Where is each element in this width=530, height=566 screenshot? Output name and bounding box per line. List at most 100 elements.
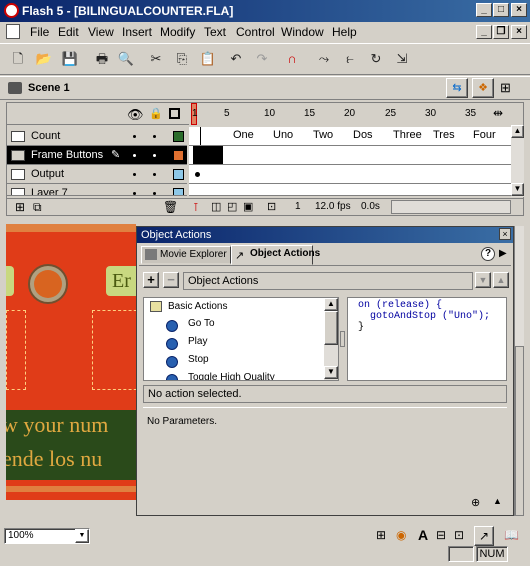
action-script-editor[interactable]: on (release) { gotoAndStop ("Uno");} [347, 297, 507, 381]
menu-edit[interactable]: Edit [58, 25, 79, 39]
lock-icon[interactable]: 🔒 [149, 107, 163, 120]
lock-dot[interactable] [153, 173, 156, 176]
menu-view[interactable]: View [88, 25, 114, 39]
scroll-thumb[interactable] [515, 346, 524, 516]
layer-row-layer7[interactable]: Layer 7 [7, 184, 187, 196]
timeline-hscroll[interactable] [391, 200, 511, 214]
smooth-icon[interactable]: ⤳ [314, 49, 334, 69]
add-action-button[interactable]: + [143, 272, 159, 288]
minimize-button[interactable]: _ [476, 3, 492, 17]
scroll-thumb[interactable] [324, 311, 338, 345]
straighten-icon[interactable]: ⥼ [340, 49, 360, 69]
add-layer-icon[interactable]: ⊞ [15, 200, 25, 214]
frames-layer7[interactable] [189, 184, 511, 196]
layer-row-frame-buttons[interactable]: Frame Buttons ✎ [7, 146, 187, 165]
launcher-character-icon[interactable]: A [418, 527, 428, 543]
panel-close-button[interactable]: × [499, 228, 511, 240]
menu-insert[interactable]: Insert [122, 25, 152, 39]
trash-icon[interactable]: 🗑 [163, 200, 178, 214]
menu-control[interactable]: Control [236, 25, 275, 39]
lock-dot[interactable] [153, 154, 156, 157]
action-toggle-hq[interactable]: Toggle High Quality [166, 372, 275, 380]
paste-icon[interactable]: 📋 [198, 49, 218, 69]
panel-title-bar[interactable]: Object Actions × [137, 227, 513, 243]
print-preview-icon[interactable]: 🔍 [116, 49, 136, 69]
chevron-down-icon[interactable]: ▼ [75, 529, 89, 543]
remove-action-button[interactable]: − [163, 272, 179, 288]
launcher-instance-icon[interactable]: ⊟ [436, 528, 446, 542]
timeline-menu-icon[interactable]: ⇹ [493, 106, 503, 120]
visibility-dot[interactable] [133, 173, 136, 176]
save-icon[interactable]: 💾 [60, 49, 80, 69]
launcher-movie-explorer-icon[interactable]: 📖 [504, 528, 519, 542]
lock-dot[interactable] [153, 192, 156, 195]
layer-row-output[interactable]: Output [7, 165, 187, 184]
doc-minimize-button[interactable]: _ [476, 25, 492, 39]
visibility-dot[interactable] [133, 135, 136, 138]
onion-skin-icon[interactable]: ◫ [211, 200, 221, 213]
scroll-down-button[interactable]: ▼ [324, 366, 338, 379]
launcher-info-icon[interactable]: ⊞ [376, 528, 386, 542]
actions-toolbox[interactable]: Basic Actions Go To Play Stop Toggle Hig… [143, 297, 339, 381]
zoom-select[interactable]: 100% ▼ [4, 528, 90, 544]
visibility-dot[interactable] [133, 192, 136, 195]
menu-modify[interactable]: Modify [160, 25, 195, 39]
lock-dot[interactable] [153, 135, 156, 138]
open-folder-icon[interactable]: 📂 [34, 49, 54, 69]
outline-icon[interactable] [169, 108, 180, 119]
green-button-partial[interactable]: Er [106, 266, 136, 296]
rotate-icon[interactable]: ↻ [366, 49, 386, 69]
target-icon[interactable]: ⊕ [471, 496, 480, 509]
print-icon[interactable]: 🖶 [92, 49, 112, 69]
layer-row-count[interactable]: Count [7, 127, 187, 146]
doc-restore-button[interactable]: ❐ [493, 25, 509, 39]
visibility-dot[interactable] [133, 154, 136, 157]
help-icon[interactable]: ? [481, 247, 495, 261]
edit-scene-icon[interactable]: ⇆ [446, 78, 468, 98]
redo-icon[interactable]: ↷ [252, 49, 272, 69]
new-file-icon[interactable]: 🗋 [8, 49, 28, 69]
move-up-button[interactable]: ▲ [493, 272, 509, 288]
splitter-handle[interactable] [340, 331, 345, 347]
action-goto[interactable]: Go To [166, 318, 215, 334]
scale-icon[interactable]: ⇲ [392, 49, 412, 69]
scroll-down-button[interactable]: ▼ [511, 183, 524, 196]
frames-frame-buttons[interactable] [189, 146, 511, 165]
collapse-icon[interactable]: ▲ [493, 496, 502, 506]
edit-multiple-icon[interactable]: ▣ [243, 200, 253, 213]
green-button-left[interactable] [6, 266, 14, 296]
stage-canvas[interactable]: Er w your num ende los nu [6, 224, 136, 500]
doc-close-button[interactable]: × [511, 25, 527, 39]
cut-icon[interactable]: ✂ [146, 49, 166, 69]
timeline-vscroll[interactable]: ▲ ▼ [511, 125, 524, 197]
menu-text[interactable]: Text [204, 25, 226, 39]
scroll-up-button[interactable]: ▲ [324, 298, 338, 311]
center-frame-icon[interactable]: ⊺ [193, 201, 199, 214]
action-play[interactable]: Play [166, 336, 207, 352]
action-stop[interactable]: Stop [166, 354, 209, 370]
onion-outline-icon[interactable]: ◰ [227, 200, 237, 213]
move-down-button[interactable]: ▼ [475, 272, 491, 288]
snap-magnet-icon[interactable]: ∩ [282, 49, 302, 69]
add-guide-icon[interactable]: ⧉ [33, 200, 42, 215]
copy-icon[interactable]: ⎘ [172, 49, 192, 69]
menu-window[interactable]: Window [281, 25, 324, 39]
launcher-library-icon[interactable]: ⊡ [454, 528, 464, 542]
edit-symbols-icon[interactable]: ❖ [472, 78, 494, 98]
close-button[interactable]: × [511, 3, 527, 17]
menu-file[interactable]: File [30, 25, 49, 39]
launcher-actions-icon[interactable]: ↗ [474, 526, 494, 546]
frames-output[interactable] [189, 165, 511, 184]
folder-label[interactable]: Basic Actions [168, 301, 227, 312]
frame-ruler[interactable]: 1 5 10 15 20 25 30 35 ⇹ [189, 103, 511, 125]
eye-icon[interactable]: 👁 [127, 107, 144, 123]
maximize-button[interactable]: □ [493, 3, 509, 17]
stage-vscroll[interactable] [514, 226, 524, 516]
launcher-swatch-icon[interactable]: ◉ [396, 528, 406, 542]
panel-menu-arrow-icon[interactable]: ▶ [499, 248, 507, 259]
menu-help[interactable]: Help [332, 25, 357, 39]
undo-icon[interactable]: ↶ [226, 49, 246, 69]
toolbox-vscroll[interactable]: ▲ ▼ [324, 298, 338, 380]
scroll-up-button[interactable]: ▲ [511, 125, 524, 138]
round-button[interactable] [28, 264, 68, 304]
